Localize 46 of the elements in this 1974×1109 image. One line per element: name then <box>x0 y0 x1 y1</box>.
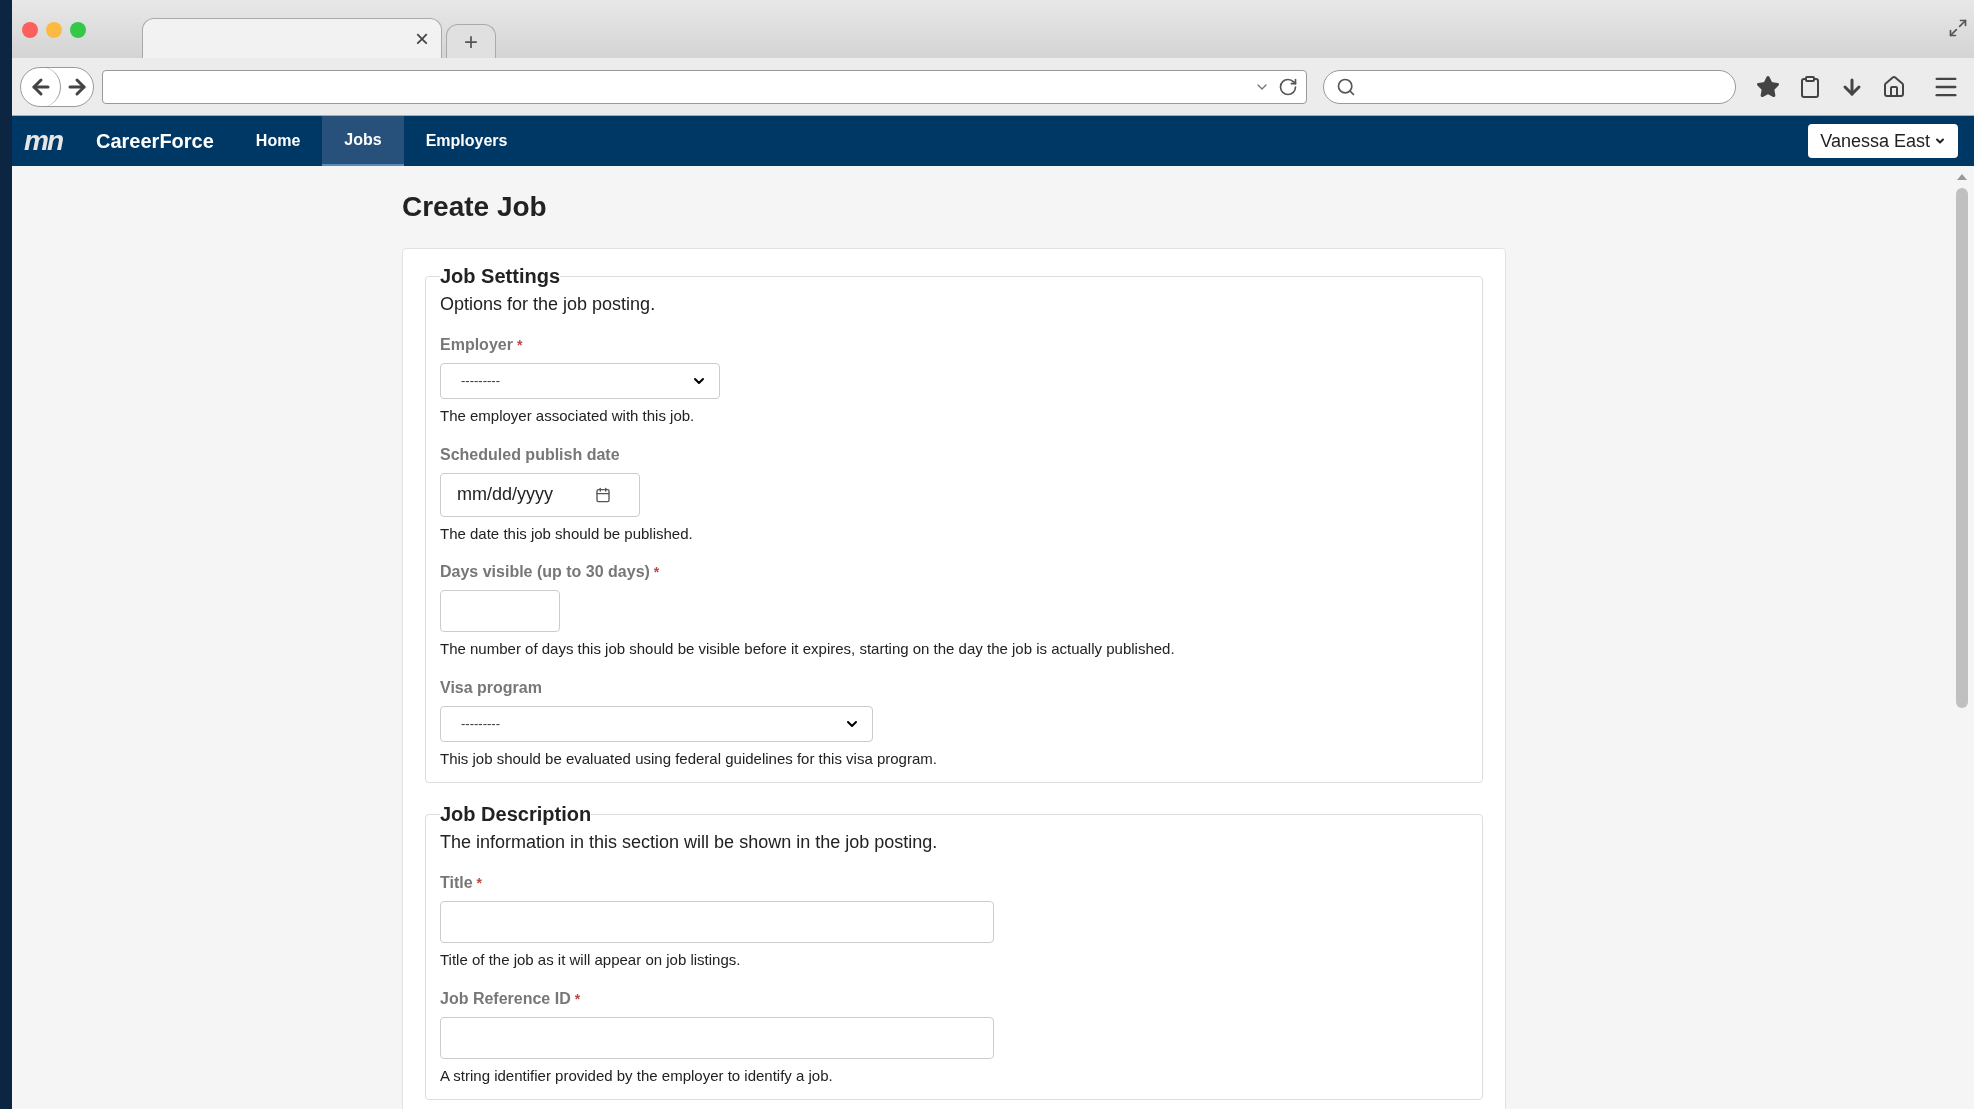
home-icon[interactable] <box>1882 74 1906 99</box>
search-icon <box>1336 76 1356 97</box>
date-field[interactable]: mm/dd/yyyy <box>440 472 640 517</box>
select-field[interactable]: --------- <box>440 705 873 742</box>
fullscreen-icon[interactable] <box>1948 18 1968 38</box>
field-label: Employer <box>440 335 513 355</box>
user-menu-button[interactable]: Vanessa East <box>1808 124 1958 158</box>
field-label: Days visible (up to 30 days) <box>440 562 650 582</box>
section-description: The information in this section will be shown in the job posting. <box>440 831 939 854</box>
field-label: Scheduled publish date <box>440 444 620 465</box>
section-legend: Job Settings <box>440 265 560 287</box>
back-forward-button[interactable] <box>20 66 94 107</box>
required-marker: * <box>476 874 483 893</box>
required-marker: * <box>653 563 660 582</box>
new-tab-button[interactable]: + <box>446 24 496 58</box>
field-label: Visa program <box>440 677 542 698</box>
nav-item[interactable]: Home <box>233 116 323 166</box>
clipboard-icon[interactable] <box>1798 74 1822 99</box>
select-field[interactable]: --------- <box>440 363 720 399</box>
input-field[interactable] <box>440 590 560 632</box>
page-title: Create Job <box>402 190 548 224</box>
tab-close-button[interactable]: × <box>415 20 429 57</box>
field-label: Title <box>440 873 473 893</box>
logo[interactable]: mn <box>24 120 62 162</box>
help-text: Title of the job as it will appear on job listings. <box>440 950 742 970</box>
help-text: The number of days this job should be visible before it expires, starting on the day the job is actually published. <box>440 639 1176 659</box>
section-description: Options for the job posting. <box>440 293 657 316</box>
search-field[interactable] <box>1323 69 1736 104</box>
section-legend: Job Description <box>440 803 592 825</box>
address-field[interactable] <box>102 69 1307 104</box>
required-marker: * <box>574 989 581 1009</box>
help-text: The date this job should be published. <box>440 523 694 544</box>
bookmark-star-icon[interactable] <box>1756 74 1780 99</box>
help-text: This job should be evaluated using federal guidelines for this visa program. <box>440 748 938 769</box>
input-field[interactable] <box>440 901 994 943</box>
calendar-icon <box>595 486 611 503</box>
help-text: A string identifier provided by the employer to identify a job. <box>440 1065 834 1086</box>
required-marker: * <box>516 336 523 355</box>
field-label: Job Reference ID <box>440 988 571 1009</box>
browser-tab[interactable]: × <box>142 18 442 58</box>
nav-item[interactable]: Jobs <box>322 116 404 166</box>
reload-icon <box>1278 76 1298 97</box>
nav-item[interactable]: Employers <box>403 116 530 166</box>
brand-link[interactable]: CareerForce <box>96 126 214 156</box>
help-text: The employer associated with this job. <box>440 406 696 426</box>
input-field[interactable] <box>440 1016 994 1059</box>
